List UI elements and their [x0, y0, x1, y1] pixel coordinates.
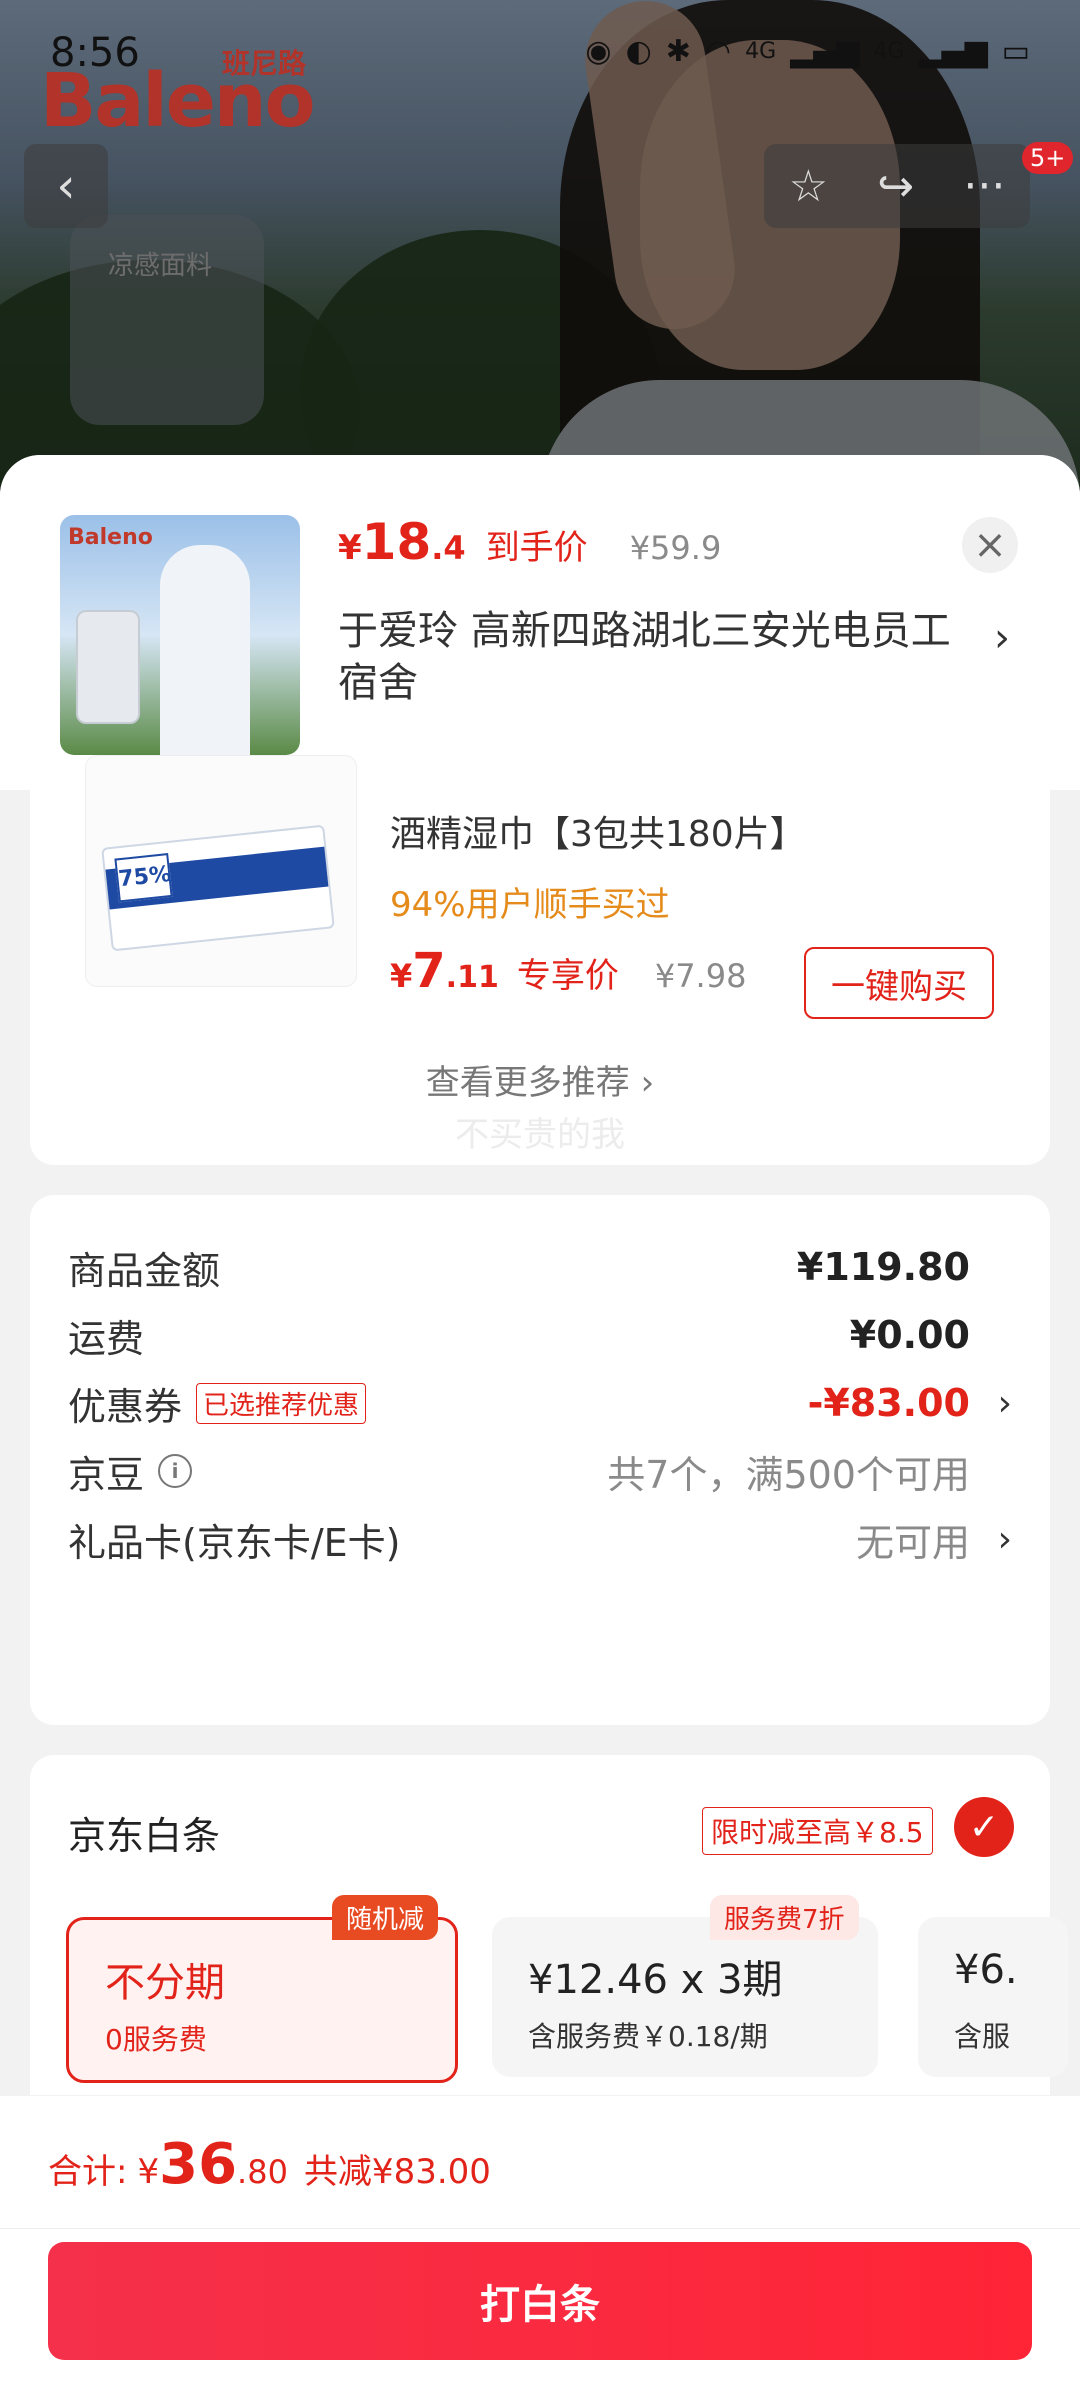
watermark-text: 不买贵的我 [455, 1115, 625, 1155]
total-decimal: .80 [237, 2153, 288, 2191]
recommend-price: ¥7.11 专享价 ¥7.98 [390, 943, 746, 999]
recommend-name[interactable]: 酒精湿巾【3包共180片】 [390, 805, 806, 857]
plan-option-no-installment[interactable]: 不分期 0服务费 [66, 1917, 458, 2083]
thumbnail-model [160, 545, 250, 755]
back-button[interactable]: ‹ [24, 144, 108, 228]
gift-card-value: 无可用 [855, 1520, 970, 1565]
more-icon[interactable]: ··· [963, 161, 1005, 212]
order-total: 合计: ¥ 36 .80 共减¥83.00 [48, 2132, 491, 2197]
original-price: ¥59.9 [629, 529, 722, 567]
plan-tag: 随机减 [332, 1895, 439, 1940]
rec-price-dec: .11 [445, 960, 499, 995]
goods-amount-value: ¥119.80 [796, 1245, 970, 1289]
gift-card-row[interactable]: 礼品卡(京东卡/E卡) 无可用 › [68, 1509, 1012, 1569]
goods-amount-label: 商品金额 [68, 1248, 221, 1293]
baitiao-payment-card: 京东白条 限时减至高￥8.5 ✓ 不分期 0服务费 随机减 ¥12.46 x 3… [30, 1755, 1068, 2095]
status-icons: ◉ ◐ ✱ ◠ 4G ▂▄▆ 4G ▂▄▆ ▭ [585, 34, 1030, 69]
goods-amount-row: 商品金额 ¥119.80 [68, 1237, 1012, 1297]
plan-title: 不分期 [105, 1960, 225, 2006]
bluetooth-icon: ✱ [665, 34, 691, 69]
payment-title: 京东白条 [68, 1814, 221, 1858]
jd-bean-value: 共7个，满500个可用 [607, 1452, 970, 1497]
price-integer: 18 [361, 513, 432, 571]
plan-option-3-installments[interactable]: ¥12.46 x 3期 含服务费￥0.18/期 [492, 1917, 878, 2077]
coupon-row[interactable]: 优惠券 已选推荐优惠 -¥83.00 › [68, 1373, 1012, 1433]
signal-icon: 4G [745, 39, 777, 64]
total-label: 合计: [48, 2152, 128, 2192]
recommend-hint: 94%用户顺手买过 [390, 885, 670, 925]
plan-subtitle: 含服务费￥0.18/期 [528, 2020, 768, 2053]
final-price: ¥18.4 到手价 ¥59.9 [338, 513, 721, 571]
shipping-value: ¥0.00 [849, 1313, 970, 1357]
coupon-tag: 已选推荐优惠 [196, 1382, 367, 1424]
pay-with-baitiao-button[interactable]: 打白条 [48, 2242, 1032, 2360]
rec-original-price: ¥7.98 [654, 957, 747, 995]
top-action-group: ☆ ↪ ··· [764, 144, 1030, 228]
rec-price-tag: 专享价 [516, 956, 619, 996]
plan-subtitle: 0服务费 [105, 2023, 207, 2056]
wifi-icon: ◠ [704, 34, 732, 69]
share-icon[interactable]: ↪ [877, 161, 914, 212]
order-summary-card: 商品金额 ¥119.80 运费 ¥0.00 优惠券 已选推荐优惠 -¥83.00… [30, 1195, 1050, 1725]
sheet-header: Baleno ¥18.4 到手价 ¥59.9 × 于爱玲 高新四路湖北三安光电员… [0, 455, 1080, 790]
close-button[interactable]: × [962, 517, 1018, 573]
divider [0, 2228, 1080, 2229]
shipping-row: 运费 ¥0.00 [68, 1305, 1012, 1365]
status-time: 8:56 [50, 30, 140, 76]
see-more-recommend[interactable]: 查看更多推荐 › [30, 1055, 1050, 1104]
total-integer: 36 [159, 2132, 238, 2197]
payment-promo-tag: 限时减至高￥8.5 [702, 1807, 933, 1855]
plan-title: ¥12.46 x 3期 [528, 1957, 783, 2003]
coupon-label: 优惠券 [68, 1384, 183, 1429]
plan-subtitle: 含服 [954, 2020, 1011, 2053]
info-icon[interactable]: i [158, 1454, 193, 1488]
product-hero-image: 凉感面料 Baleno 班尼路 [0, 0, 1080, 520]
plan-tag: 服务费7折 [710, 1895, 859, 1940]
wipes-package: 75% [101, 824, 335, 952]
star-icon[interactable]: ☆ [789, 161, 828, 212]
notification-badge: 5+ [1022, 142, 1074, 174]
recommend-card: 75% 酒精湿巾【3包共180片】 94%用户顺手买过 ¥7.11 专享价 ¥7… [30, 755, 1050, 1165]
plan-option-more[interactable]: ¥6. 含服 [918, 1917, 1068, 2077]
dnd-icon: ◐ [625, 34, 652, 69]
price-tag: 到手价 [485, 528, 588, 568]
shipping-label: 运费 [68, 1316, 145, 1361]
chevron-right-icon[interactable]: › [994, 615, 1010, 661]
signal-icon: ▂▄▆ [790, 34, 860, 69]
jd-bean-label: 京豆 [68, 1452, 145, 1497]
signal-icon: 4G [873, 39, 905, 64]
product-thumbnail: Baleno [60, 515, 300, 755]
chevron-left-icon: ‹ [56, 158, 76, 214]
jd-bean-row: 京豆 i 共7个，满500个可用 [68, 1441, 1012, 1501]
delivery-address[interactable]: 于爱玲 高新四路湖北三安光电员工宿舍 [338, 605, 978, 709]
gift-card-label: 礼品卡(京东卡/E卡) [68, 1520, 401, 1565]
signal-icon: ▂▄▆ [918, 34, 988, 69]
plan-title: ¥6. [954, 1947, 1018, 1993]
rec-currency: ¥ [390, 957, 413, 995]
close-icon: × [973, 522, 1007, 568]
checkout-footer: 合计: ¥ 36 .80 共减¥83.00 打白条 [0, 2096, 1080, 2400]
recommend-product-image[interactable]: 75% [85, 755, 357, 987]
price-currency: ¥ [338, 528, 362, 568]
one-click-buy-button[interactable]: 一键购买 [804, 947, 994, 1019]
brand-logo-cn: 班尼路 [222, 47, 307, 80]
chevron-right-icon: › [997, 1518, 1012, 1560]
thumbnail-logo: Baleno [68, 525, 153, 550]
total-discount: 共减¥83.00 [303, 2152, 491, 2192]
wipes-label: 75% [114, 853, 173, 903]
price-decimal: .4 [431, 529, 466, 567]
eye-icon: ◉ [585, 34, 612, 69]
chevron-right-icon: › [997, 1382, 1012, 1424]
total-currency: ¥ [137, 2152, 160, 2192]
check-icon[interactable]: ✓ [954, 1797, 1014, 1857]
rec-price-int: 7 [412, 943, 446, 999]
coupon-value: -¥83.00 [807, 1381, 970, 1425]
thumbnail-prop [76, 610, 140, 724]
battery-icon: ▭ [1001, 34, 1030, 69]
